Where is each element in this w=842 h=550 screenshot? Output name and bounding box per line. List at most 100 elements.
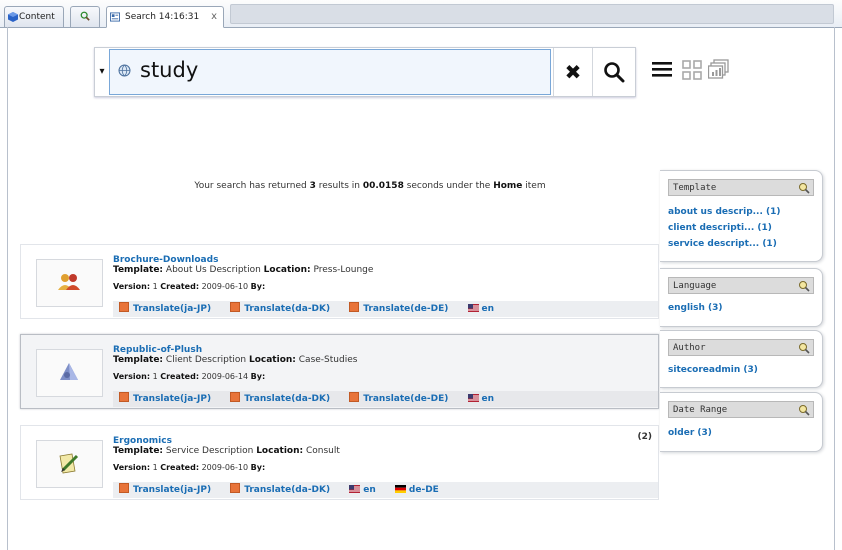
magnifier-icon[interactable]	[798, 182, 810, 194]
facet-option[interactable]: older (3)	[668, 428, 712, 438]
language-de-de-link[interactable]: de-DE	[394, 485, 447, 495]
clear-button[interactable]: ✖	[553, 48, 592, 96]
facet-option[interactable]: sitecoreadmin (3)	[668, 365, 758, 375]
version-count-badge: (2)	[637, 432, 653, 442]
result-meta: Template: About Us Description Location:…	[113, 265, 373, 275]
result-item[interactable]: (2) Ergonomics Template: Service Descrip…	[20, 425, 659, 500]
translate-da-dk-link[interactable]: Translate(da-DK)	[230, 392, 338, 404]
language-label: Translate(da-DK)	[244, 304, 331, 314]
facet-option[interactable]: service descript... (1)	[668, 239, 777, 249]
tab-search[interactable]: Search 14:16:31 x	[106, 6, 224, 28]
facet-header: Template	[668, 179, 814, 196]
facet-option[interactable]: about us descrip... (1)	[668, 207, 781, 217]
view-mode-toolbar	[652, 58, 742, 84]
created-value: 2009-06-14	[201, 372, 249, 381]
language-en-link[interactable]: en	[467, 304, 503, 314]
translate-da-dk-link[interactable]: Translate(da-DK)	[230, 302, 338, 314]
template-label: Template:	[113, 446, 164, 456]
language-label: en	[363, 485, 376, 495]
people-icon	[58, 274, 80, 290]
result-version: Version: 1 Created: 2009-06-10 By:	[113, 282, 265, 291]
location-value: Consult	[305, 446, 340, 456]
location-label: Location:	[248, 355, 296, 365]
tab-content[interactable]: Content	[4, 6, 64, 27]
result-thumbnail[interactable]	[36, 349, 103, 397]
magnifier-icon[interactable]	[798, 280, 810, 292]
translate-da-dk-link[interactable]: Translate(da-DK)	[230, 483, 338, 495]
result-title[interactable]: Ergonomics	[113, 436, 172, 446]
translate-ja-jp-link[interactable]: Translate(ja-JP)	[119, 392, 219, 404]
facet-header: Author	[668, 339, 814, 356]
by-label: By:	[250, 282, 266, 291]
de-flag-icon	[394, 485, 406, 493]
facet-title: Author	[673, 343, 706, 353]
search-button[interactable]	[592, 48, 635, 96]
right-border	[834, 27, 835, 550]
grid-view-icon[interactable]	[682, 60, 702, 80]
translate-de-de-link[interactable]: Translate(de-DE)	[349, 392, 456, 404]
summary-suffix: item	[522, 181, 546, 191]
facet-title: Language	[673, 281, 717, 291]
result-item[interactable]: Brochure-Downloads Template: About Us De…	[20, 244, 659, 319]
facet-title: Template	[673, 183, 717, 193]
facet-header: Date Range	[668, 401, 814, 418]
language-bar: Translate(ja-JP) Translate(da-DK) Transl…	[113, 301, 658, 317]
result-thumbnail[interactable]	[36, 440, 103, 488]
template-value: Service Description	[165, 446, 254, 456]
version-value: 1	[152, 463, 158, 472]
location-label: Location:	[256, 446, 304, 456]
template-label: Template:	[113, 265, 164, 275]
template-value: About Us Description	[165, 265, 261, 275]
facet-title: Date Range	[673, 405, 728, 415]
globe-icon	[118, 64, 131, 77]
language-label: Translate(da-DK)	[244, 394, 331, 404]
result-meta: Template: Client Description Location: C…	[113, 355, 357, 365]
us-flag-icon	[467, 394, 479, 402]
magnifier-icon[interactable]	[798, 404, 810, 416]
result-title[interactable]: Brochure-Downloads	[113, 255, 218, 265]
chart-view-icon[interactable]	[708, 59, 730, 81]
facet-option[interactable]: client descripti... (1)	[668, 223, 772, 233]
language-label: Translate(de-DE)	[363, 394, 449, 404]
version-label: Version:	[113, 372, 151, 381]
result-thumbnail[interactable]	[36, 259, 103, 307]
facet-language: Language english (3)	[660, 268, 823, 327]
translate-ja-jp-link[interactable]: Translate(ja-JP)	[119, 483, 219, 495]
pencil-paper-icon	[59, 453, 79, 474]
plush-icon	[60, 363, 78, 380]
magnifier-icon[interactable]	[798, 342, 810, 354]
by-label: By:	[250, 463, 266, 472]
summary-prefix: Your search has returned	[194, 181, 310, 191]
facet-option[interactable]: english (3)	[668, 303, 723, 313]
location-label: Location:	[263, 265, 311, 275]
language-label: Translate(de-DE)	[363, 304, 449, 314]
by-label: By:	[250, 372, 266, 381]
version-value: 1	[152, 282, 158, 291]
facet-date-range: Date Range older (3)	[660, 392, 823, 452]
search-results-icon	[110, 12, 120, 22]
facet-header: Language	[668, 277, 814, 294]
translate-ja-jp-link[interactable]: Translate(ja-JP)	[119, 302, 219, 314]
close-icon[interactable]: x	[211, 7, 217, 27]
result-title[interactable]: Republic-of-Plush	[113, 345, 202, 355]
translate-icon	[230, 483, 241, 493]
language-bar: Translate(ja-JP) Translate(da-DK) Transl…	[113, 391, 658, 407]
language-label: de-DE	[408, 485, 439, 495]
translate-icon	[230, 392, 241, 402]
result-item[interactable]: Republic-of-Plush Template: Client Descr…	[20, 334, 659, 409]
translate-icon	[349, 302, 360, 312]
version-value: 1	[152, 372, 158, 381]
search-type-dropdown[interactable]: ▾	[95, 48, 109, 96]
us-flag-icon	[467, 304, 479, 312]
list-view-icon[interactable]	[652, 60, 672, 80]
search-input-value: study	[140, 58, 199, 82]
language-label: Translate(ja-JP)	[133, 485, 212, 495]
language-label: Translate(ja-JP)	[133, 304, 212, 314]
created-label: Created:	[160, 282, 200, 291]
translate-de-de-link[interactable]: Translate(de-DE)	[349, 302, 456, 314]
language-en-link[interactable]: en	[467, 394, 503, 404]
created-label: Created:	[160, 463, 200, 472]
tab-tools[interactable]	[70, 6, 100, 27]
search-input[interactable]: study	[109, 49, 551, 95]
language-en-link[interactable]: en	[349, 485, 384, 495]
